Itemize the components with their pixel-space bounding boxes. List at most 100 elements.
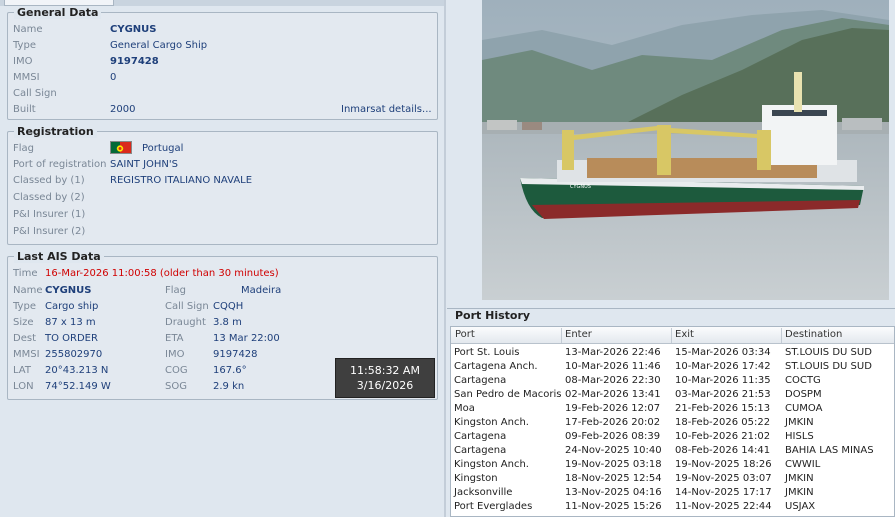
mmsi-label: MMSI	[13, 72, 40, 83]
cell-port: Port Everglades	[454, 501, 533, 512]
cell-enter: 18-Nov-2025 12:54	[565, 473, 662, 484]
cell-port: Cartagena Anch.	[454, 361, 538, 372]
ais-imo-value: 9197428	[213, 349, 258, 360]
ais-dest-label: Dest	[13, 333, 36, 344]
column-header-exit[interactable]: Exit	[675, 329, 694, 340]
cell-enter: 08-Mar-2026 22:30	[565, 375, 661, 386]
mmsi-value: 0	[110, 72, 117, 83]
pi-insurer-1-label: P&I Insurer (1)	[13, 209, 86, 220]
cell-port: Cartagena	[454, 445, 507, 456]
cell-destination: ST.LOUIS DU SUD	[785, 361, 872, 372]
general-data-title: General Data	[14, 6, 102, 19]
table-row[interactable]: Kingston 18-Nov-2025 12:54 19-Nov-2025 03:…	[451, 473, 894, 487]
cell-port: Cartagena	[454, 431, 507, 442]
panel-divider[interactable]	[444, 0, 446, 517]
name-label: Name	[13, 24, 43, 35]
cell-port: Kingston Anch.	[454, 459, 529, 470]
ais-draught-value: 3.8 m	[213, 317, 242, 328]
port-history-table: Port Enter Exit Destination Port St. Lou…	[450, 326, 895, 517]
ais-callsign-value: CQQH	[213, 301, 244, 312]
column-separator[interactable]	[781, 328, 782, 343]
cell-enter: 11-Nov-2025 15:26	[565, 501, 662, 512]
classed-by-1-label: Classed by (1)	[13, 175, 85, 186]
port-history-title: Port History	[451, 309, 535, 322]
table-row[interactable]: Cartagena Anch. 10-Mar-2026 11:46 10-Mar-2…	[451, 361, 894, 375]
cell-destination: JMKIN	[785, 487, 814, 498]
clock-time: 11:58:32 AM	[350, 364, 420, 377]
cell-exit: 21-Feb-2026 15:13	[675, 403, 771, 414]
ais-lon-label: LON	[13, 381, 34, 392]
column-header-destination[interactable]: Destination	[785, 329, 842, 340]
cell-port: Jacksonville	[454, 487, 513, 498]
cell-exit: 11-Nov-2025 22:44	[675, 501, 772, 512]
cell-exit: 10-Mar-2026 17:42	[675, 361, 771, 372]
ais-mmsi-label: MMSI	[13, 349, 40, 360]
classed-by-2-label: Classed by (2)	[13, 192, 85, 203]
cell-exit: 10-Mar-2026 11:35	[675, 375, 771, 386]
ais-lat-value: 20°43.213 N	[45, 365, 109, 376]
cell-port: Kingston Anch.	[454, 417, 529, 428]
table-row[interactable]: Cartagena 09-Feb-2026 08:39 10-Feb-2026 21…	[451, 431, 894, 445]
cell-enter: 17-Feb-2026 20:02	[565, 417, 661, 428]
callsign-label: Call Sign	[13, 88, 57, 99]
ais-imo-label: IMO	[165, 349, 185, 360]
table-row[interactable]: Moa 19-Feb-2026 12:07 21-Feb-2026 15:13 CUM…	[451, 403, 894, 417]
column-header-port[interactable]: Port	[455, 329, 475, 340]
column-header-enter[interactable]: Enter	[565, 329, 592, 340]
cell-port: Cartagena	[454, 375, 507, 386]
column-separator[interactable]	[561, 328, 562, 343]
ais-size-value: 87 x 13 m	[45, 317, 96, 328]
ais-lon-value: 74°52.149 W	[45, 381, 111, 392]
table-row[interactable]: Kingston Anch. 17-Feb-2026 20:02 18-Feb-20…	[451, 417, 894, 431]
cell-enter: 13-Mar-2026 22:46	[565, 347, 661, 358]
table-row[interactable]: Cartagena 24-Nov-2025 10:40 08-Feb-2026 14…	[451, 445, 894, 459]
cell-destination: HISLS	[785, 431, 814, 442]
column-separator[interactable]	[671, 328, 672, 343]
ais-dest-value: TO ORDER	[45, 333, 98, 344]
ais-eta-value: 13 Mar 22:00	[213, 333, 280, 344]
ais-type-label: Type	[13, 301, 36, 312]
ais-data-title: Last AIS Data	[14, 250, 104, 263]
table-row[interactable]: San Pedro de Macoris 02-Mar-2026 13:41 03-…	[451, 389, 894, 403]
cell-exit: 10-Feb-2026 21:02	[675, 431, 771, 442]
portugal-flag-icon	[110, 141, 132, 154]
inmarsat-details-link[interactable]: Inmarsat details...	[341, 104, 432, 115]
built-value: 2000	[110, 104, 136, 115]
table-row[interactable]: Kingston Anch. 19-Nov-2025 03:18 19-Nov-20…	[451, 459, 894, 473]
cell-port: Port St. Louis	[454, 347, 520, 358]
cell-enter: 19-Nov-2025 03:18	[565, 459, 662, 470]
registration-group: Registration Flag Portugal Port of regis…	[7, 125, 438, 245]
ship-name: CYGNUS	[110, 24, 157, 35]
table-row[interactable]: Cartagena 08-Mar-2026 22:30 10-Mar-2026 11…	[451, 375, 894, 389]
ais-flag-value: Madeira	[241, 285, 282, 296]
imo-label: IMO	[13, 56, 33, 67]
ais-mmsi-value: 255802970	[45, 349, 103, 360]
port-history-header: Port Enter Exit Destination	[451, 327, 894, 344]
ship-type: General Cargo Ship	[110, 40, 208, 51]
table-row[interactable]: Port St. Louis 13-Mar-2026 22:46 15-Mar-20…	[451, 347, 894, 361]
table-row[interactable]: Port Everglades 11-Nov-2025 15:26 11-Nov-2…	[451, 501, 894, 515]
ais-size-label: Size	[13, 317, 34, 328]
cell-destination: COCTG	[785, 375, 821, 386]
cell-exit: 18-Feb-2026 05:22	[675, 417, 771, 428]
classed-by-1-value: REGISTRO ITALIANO NAVALE	[110, 175, 253, 186]
cell-exit: 08-Feb-2026 14:41	[675, 445, 771, 456]
cell-destination: CWWIL	[785, 459, 821, 470]
cell-enter: 13-Nov-2025 04:16	[565, 487, 662, 498]
cell-exit: 03-Mar-2026 21:53	[675, 389, 771, 400]
ais-time-value: 16-Mar-2026 11:00:58 (older than 30 minu…	[45, 268, 279, 279]
cell-exit: 14-Nov-2025 17:17	[675, 487, 772, 498]
ais-lat-label: LAT	[13, 365, 31, 376]
ais-name-value: CYGNUS	[45, 285, 92, 296]
pi-insurer-2-label: P&I Insurer (2)	[13, 226, 86, 237]
ais-sog-label: SOG	[165, 381, 187, 392]
port-of-registration-label: Port of registration	[13, 159, 107, 170]
cell-enter: 10-Mar-2026 11:46	[565, 361, 661, 372]
cell-enter: 09-Feb-2026 08:39	[565, 431, 661, 442]
cell-enter: 02-Mar-2026 13:41	[565, 389, 661, 400]
table-row[interactable]: Jacksonville 13-Nov-2025 04:16 14-Nov-2025…	[451, 487, 894, 501]
cell-destination: JMKIN	[785, 473, 814, 484]
cell-port: Moa	[454, 403, 475, 414]
ship-photo: CYGNUS	[482, 0, 889, 300]
cell-destination: DOSPM	[785, 389, 822, 400]
